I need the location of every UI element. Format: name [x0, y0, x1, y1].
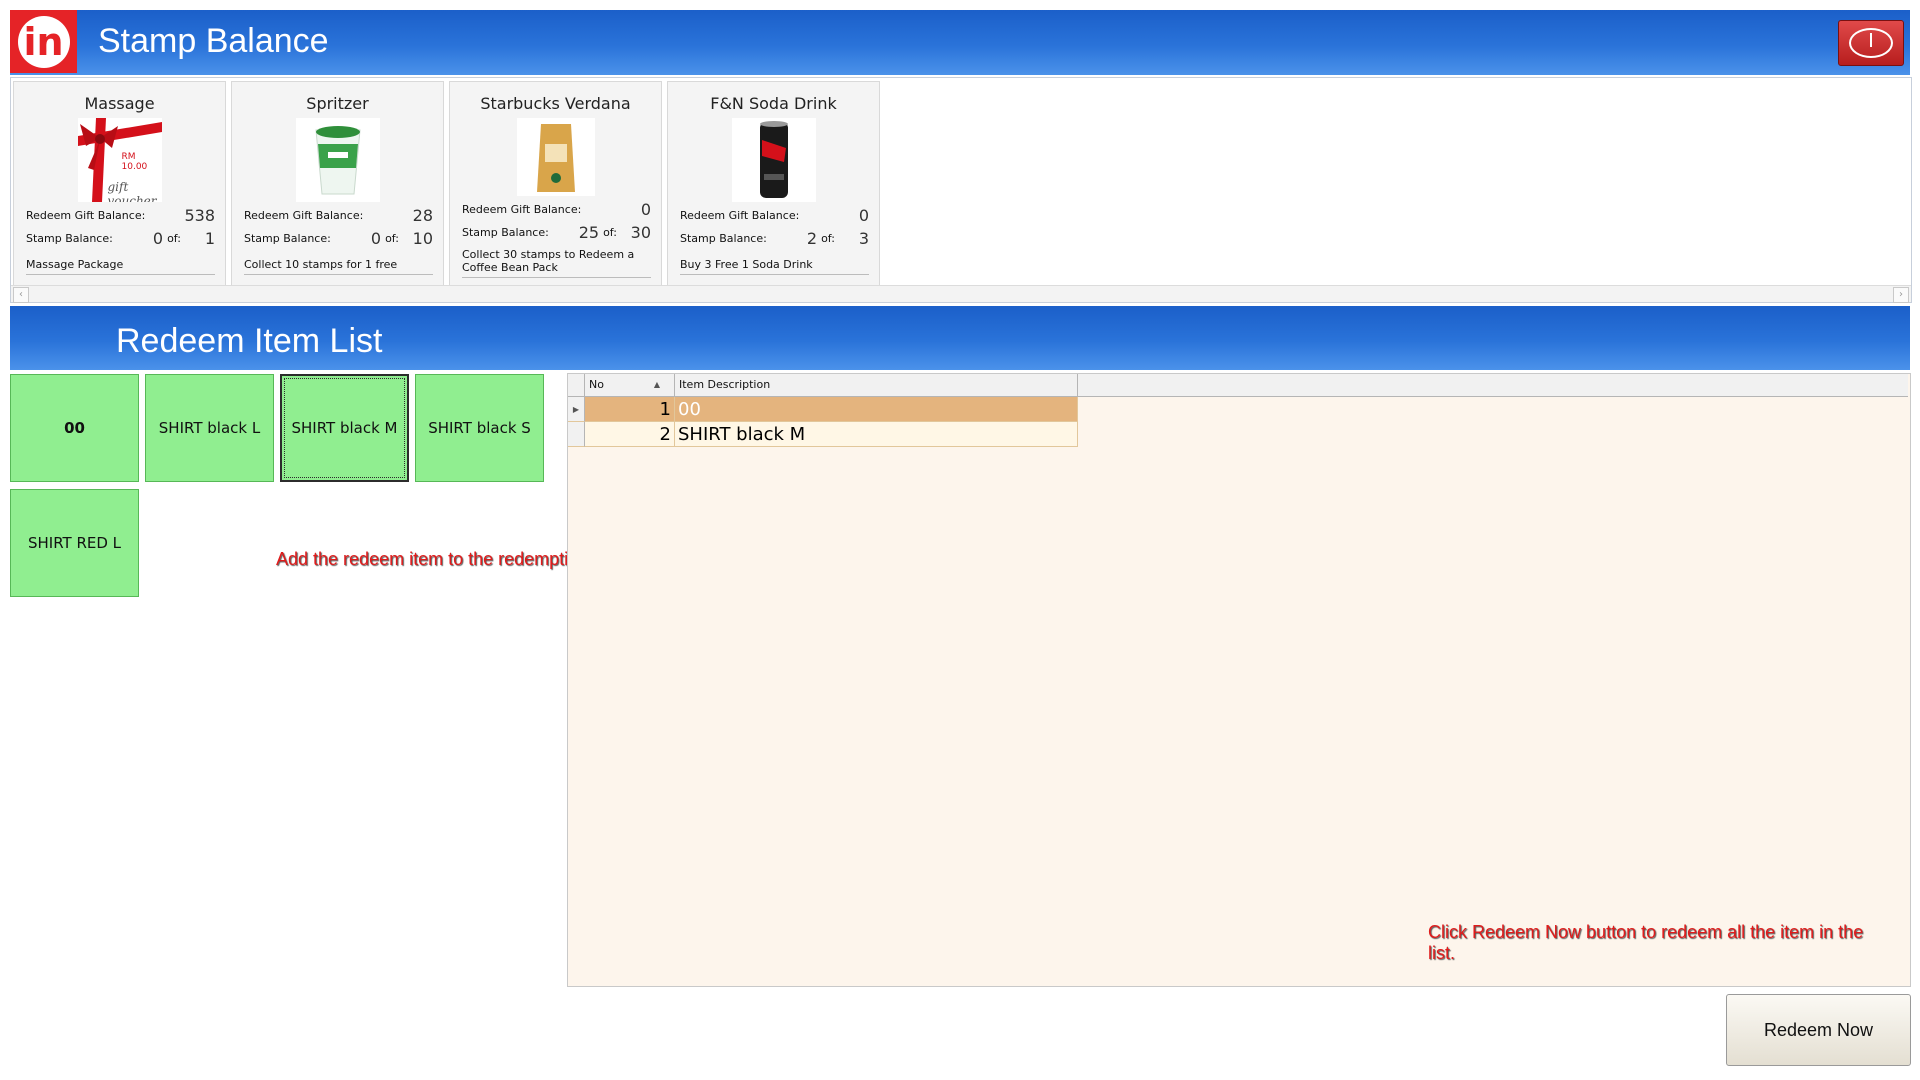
- table-row[interactable]: ▶ 1 00: [568, 397, 1078, 422]
- logo-mark: in: [17, 15, 70, 68]
- cell-no: 2: [585, 422, 675, 447]
- cell-no: 1: [585, 397, 675, 422]
- water-cup-image: [295, 118, 380, 202]
- redeem-item-button[interactable]: 00: [10, 374, 139, 482]
- redeem-balance-row: Redeem Gift Balance: 0: [680, 206, 869, 225]
- card-title: Massage: [84, 94, 155, 113]
- table-row[interactable]: 2 SHIRT black M: [568, 422, 1078, 447]
- stamp-balance-row: Stamp Balance: 0 of: 10: [244, 229, 433, 248]
- stamp-balance-row: Stamp Balance: 0 of: 1: [26, 229, 215, 248]
- redeem-hint-note: Click Redeem Now button to redeem all th…: [1428, 922, 1864, 963]
- row-indicator-header: [568, 374, 585, 396]
- stamp-balance-row: Stamp Balance: 25 of: 30: [462, 223, 651, 242]
- coffee-bag-image: [516, 118, 595, 196]
- stamp-card-starbucks[interactable]: Starbucks Verdana Redeem Gift Balance: 0…: [449, 81, 662, 286]
- column-header-no[interactable]: No ▲: [585, 374, 675, 396]
- redeem-item-button[interactable]: SHIRT black M: [280, 374, 409, 482]
- add-item-note: Add the redeem item to the redemption li…: [276, 549, 616, 569]
- scroll-left-icon[interactable]: ‹: [13, 287, 29, 303]
- card-title: Spritzer: [306, 94, 369, 113]
- power-icon: [1849, 28, 1893, 58]
- grid-header: No ▲ Item Description: [568, 374, 1908, 397]
- voucher-amount: RM 10.00: [121, 152, 148, 172]
- redeem-item-button[interactable]: SHIRT black L: [145, 374, 274, 482]
- horizontal-scrollbar[interactable]: ‹ ›: [11, 285, 1911, 303]
- card-description: Collect 10 stamps for 1 free: [244, 258, 433, 275]
- stamp-balance-row: Stamp Balance: 2 of: 3: [680, 229, 869, 248]
- card-title: Starbucks Verdana: [480, 94, 631, 113]
- redeem-balance-row: Redeem Gift Balance: 538: [26, 206, 215, 225]
- row-indicator: [568, 422, 585, 447]
- column-header-description[interactable]: Item Description: [675, 374, 1078, 396]
- redeem-item-button[interactable]: SHIRT RED L: [10, 489, 139, 597]
- stamp-balance-panel: Massage RM 10.00 gift voucher Redeem Gif…: [10, 77, 1912, 303]
- card-description: Massage Package: [26, 258, 215, 275]
- stamp-card-fn-soda[interactable]: F&N Soda Drink Redeem Gift Balance: 0 St…: [667, 81, 880, 286]
- app-logo: in: [10, 10, 77, 73]
- redeem-balance-row: Redeem Gift Balance: 0: [462, 200, 651, 219]
- voucher-caption: gift voucher: [107, 180, 157, 202]
- window-title: Stamp Balance: [98, 22, 329, 60]
- card-description: Buy 3 Free 1 Soda Drink: [680, 258, 869, 275]
- card-title: F&N Soda Drink: [710, 94, 837, 113]
- gift-voucher-image: RM 10.00 gift voucher: [77, 118, 162, 202]
- cell-description: 00: [675, 397, 1078, 422]
- card-description: Collect 30 stamps to Redeem a Coffee Bea…: [462, 248, 651, 278]
- redeem-now-button[interactable]: Redeem Now: [1726, 994, 1911, 1066]
- power-button[interactable]: [1838, 20, 1904, 66]
- stamp-card-massage[interactable]: Massage RM 10.00 gift voucher Redeem Gif…: [13, 81, 226, 286]
- section-header: Redeem Item List: [10, 306, 1910, 370]
- scroll-right-icon[interactable]: ›: [1893, 287, 1909, 303]
- section-title: Redeem Item List: [116, 322, 383, 360]
- stamp-card-spritzer[interactable]: Spritzer Redeem Gift Balance: 28 Stamp B…: [231, 81, 444, 286]
- sort-asc-icon: ▲: [653, 380, 660, 389]
- redeem-item-button[interactable]: SHIRT black S: [415, 374, 544, 482]
- redeem-balance-row: Redeem Gift Balance: 28: [244, 206, 433, 225]
- row-pointer-icon: ▶: [568, 397, 585, 422]
- soda-can-image: [731, 118, 816, 202]
- cell-description: SHIRT black M: [675, 422, 1078, 447]
- redemption-grid[interactable]: No ▲ Item Description ▶ 1 00 2 SHIRT bla…: [567, 373, 1911, 987]
